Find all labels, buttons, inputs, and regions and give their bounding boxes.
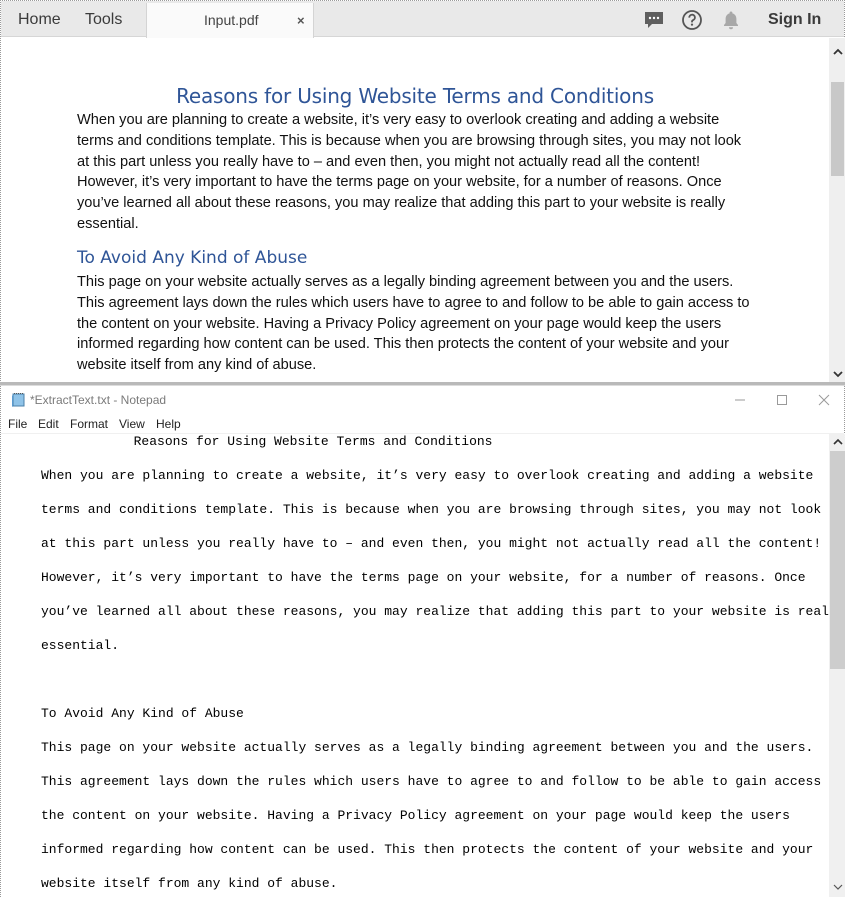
pdf-paragraph-1: When you are planning to create a websit… — [77, 110, 757, 235]
scroll-up-icon[interactable] — [829, 44, 845, 61]
scroll-down-icon[interactable] — [829, 880, 845, 897]
text-line: website itself from any kind of abuse. — [41, 876, 338, 891]
pdf-text-line: However, it’s very important to have the… — [77, 174, 722, 191]
menu-format[interactable]: Format — [70, 414, 108, 434]
notepad-window: *ExtractText.txt - Notepad File Edit For… — [0, 386, 845, 897]
pdf-heading-2: To Avoid Any Kind of Abuse — [77, 248, 308, 268]
notepad-app-icon — [10, 392, 26, 408]
pdf-text-line: This page on your website actually serve… — [77, 274, 734, 290]
menu-edit[interactable]: Edit — [38, 414, 59, 434]
menu-view[interactable]: View — [119, 414, 145, 434]
document-tab-label: Input.pdf — [204, 12, 259, 28]
text-line: Reasons for Using Website Terms and Cond… — [1, 434, 493, 449]
tools-tab[interactable]: Tools — [85, 1, 122, 37]
text-line: the content on your website. Having a Pr… — [41, 808, 790, 823]
notepad-titlebar[interactable]: *ExtractText.txt - Notepad — [1, 386, 844, 414]
text-line: However, it’s very important to have the… — [41, 570, 806, 585]
pdf-text-line: essential. — [77, 215, 139, 232]
text-line: informed regarding how content can be us… — [41, 842, 814, 857]
text-line: This page on your website actually serve… — [41, 740, 814, 755]
pdf-text-line: you’ve learned all about these reasons, … — [77, 195, 726, 212]
pdf-text-line: at this part unless you really have to –… — [77, 153, 701, 170]
help-icon[interactable] — [681, 9, 703, 31]
text-line: When you are planning to create a websit… — [41, 468, 814, 483]
sign-in-button[interactable]: Sign In — [768, 1, 821, 39]
pdf-text-line: When you are planning to create a websit… — [77, 112, 720, 128]
pdf-text-line: website itself from any kind of abuse. — [77, 357, 317, 374]
notepad-scrollbar-thumb[interactable] — [830, 451, 845, 669]
pdf-scrollbar-thumb[interactable] — [831, 82, 844, 176]
document-tab[interactable]: Input.pdf × — [146, 3, 314, 38]
pdf-title: Reasons for Using Website Terms and Cond… — [176, 84, 654, 108]
close-button[interactable] — [801, 386, 845, 414]
menu-help[interactable]: Help — [156, 414, 181, 434]
notepad-text-area[interactable]: Reasons for Using Website Terms and Cond… — [1, 434, 829, 897]
notepad-menubar: File Edit Format View Help — [1, 414, 844, 434]
notepad-text-content: Reasons for Using Website Terms and Cond… — [41, 434, 829, 891]
home-tab[interactable]: Home — [18, 1, 61, 37]
notepad-window-title: *ExtractText.txt - Notepad — [30, 393, 167, 407]
pdf-reader-toolbar: Home Tools Input.pdf × Sign In — [1, 1, 844, 39]
text-line: This agreement lays down the rules which… — [41, 774, 829, 789]
text-line: To Avoid Any Kind of Abuse — [41, 706, 244, 721]
pdf-page-view: Reasons for Using Website Terms and Cond… — [1, 38, 829, 384]
close-tab-icon[interactable]: × — [297, 3, 305, 38]
notepad-vertical-scrollbar[interactable] — [829, 434, 845, 897]
menu-file[interactable]: File — [8, 414, 27, 434]
text-line: you’ve learned all about these reasons, … — [41, 604, 829, 619]
pdf-text-line: informed regarding how content can be us… — [77, 336, 729, 353]
pdf-reader-window: Home Tools Input.pdf × Sign In Reasons f… — [0, 0, 845, 384]
pdf-paragraph-2: This page on your website actually serve… — [77, 272, 757, 376]
text-line: at this part unless you really have to –… — [41, 536, 822, 551]
maximize-button[interactable] — [759, 386, 805, 414]
pdf-text-line: This agreement lays down the rules which… — [77, 294, 750, 311]
pdf-text-line: terms and conditions template. This is b… — [77, 132, 742, 149]
scroll-up-icon[interactable] — [829, 434, 845, 451]
notification-bell-icon[interactable] — [720, 9, 742, 31]
pdf-text-line: the content on your website. Having a Pr… — [77, 315, 722, 332]
minimize-button[interactable] — [717, 386, 763, 414]
comment-icon[interactable] — [643, 9, 665, 31]
text-line: terms and conditions template. This is b… — [41, 502, 822, 517]
text-line: essential. — [41, 638, 120, 653]
pdf-vertical-scrollbar[interactable] — [829, 38, 845, 384]
